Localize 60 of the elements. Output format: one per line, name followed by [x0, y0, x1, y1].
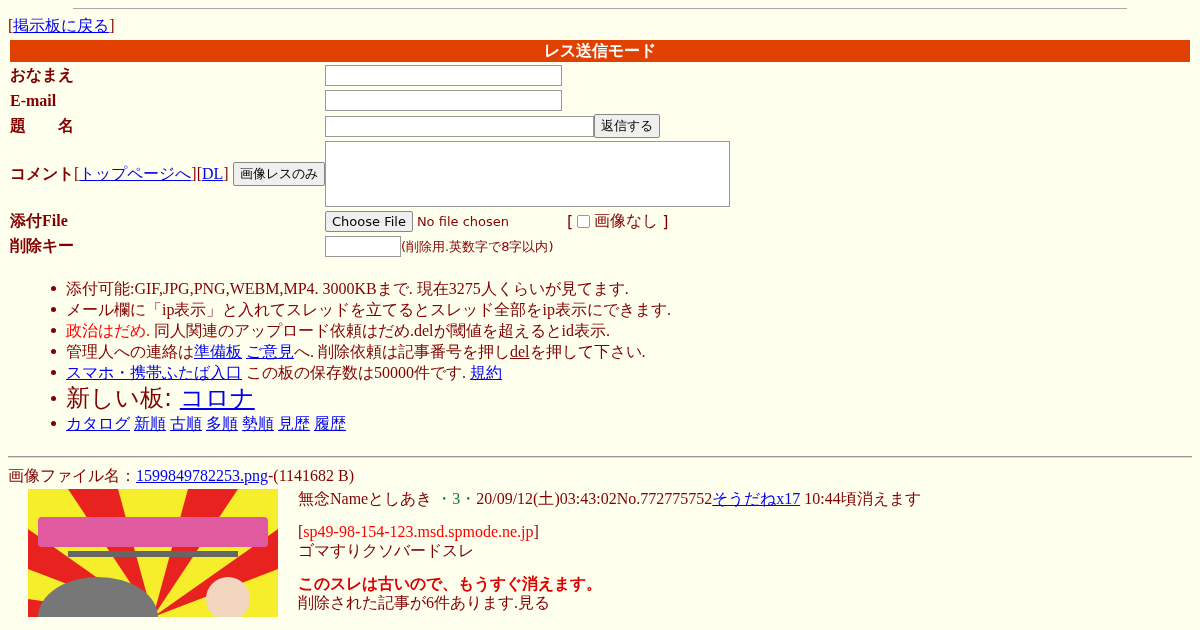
delete-key-note: (削除用.英数字で8字以内) — [401, 237, 554, 256]
field-label: 削除キー — [10, 236, 74, 256]
file-status: No file chosen — [416, 214, 510, 229]
notice-text: スマホ・携帯ふたば入口 この板の保存数は50000件です. 規約 — [66, 363, 502, 383]
link[interactable]: 掲示板に戻る — [13, 17, 110, 34]
bullet-icon — [51, 328, 56, 333]
checkbox[interactable] — [577, 215, 591, 228]
comment-field[interactable] — [325, 141, 730, 207]
bullet-icon — [51, 349, 56, 354]
link[interactable]: トップページへ — [79, 164, 192, 182]
text-field[interactable] — [325, 90, 562, 111]
notice-text: メール欄に「ip表示」と入れてスレッドを立てるとスレッド全部をip表示にできます. — [66, 300, 671, 320]
post-header: 無念Nameとしあき ・3・20/09/12(土)03:43:02No.772775752そうだねx17 10:44頃消えます — [298, 489, 921, 508]
subject-field[interactable] — [325, 115, 594, 137]
link[interactable]: 1599849782253.png — [136, 467, 268, 484]
delete-key-field[interactable] — [325, 236, 401, 257]
deleted-posts-note: 削除された記事が6件あります.見る — [298, 593, 551, 612]
bullet-icon — [51, 307, 56, 312]
bullet-icon — [51, 421, 56, 426]
field-label: コメント — [10, 163, 74, 184]
field-label: 添付File — [10, 211, 68, 231]
field-label: おなまえ — [10, 65, 74, 86]
link[interactable]: スマホ・携帯ふたば入口 — [66, 364, 242, 381]
link[interactable]: 多順 — [206, 415, 238, 432]
image-filename-text: 画像ファイル名：1599849782253.png-(1141682 B) — [8, 466, 356, 487]
field-label: 題 名 — [10, 115, 74, 136]
field-label: E-mail — [10, 91, 57, 110]
link[interactable]: 準備板 — [194, 343, 242, 360]
link[interactable]: 新順 — [134, 415, 166, 432]
link[interactable]: 履歴 — [314, 415, 346, 432]
bullet-icon — [51, 286, 56, 291]
link[interactable]: コロナ — [179, 384, 255, 412]
image-only-button[interactable]: 画像レスのみ — [232, 162, 325, 186]
bracket-text: [ — [566, 212, 574, 231]
notice-text: 管理人への連絡は準備板 ご意見へ. 削除依頼は記事番号を押しdelを押して下さい. — [66, 342, 646, 362]
link[interactable]: そうだねx17 — [712, 490, 801, 507]
link[interactable]: 規約 — [470, 364, 502, 381]
back-link-text: [掲示板に戻る] — [8, 16, 116, 36]
comment-links: [トップページへ][DL] — [74, 163, 229, 184]
expiry-warning: このスレは古いので、もうすぐ消えます。 — [298, 574, 603, 593]
bracket-text: ] — [662, 212, 669, 231]
choose-file-button[interactable]: Choose File — [325, 211, 413, 232]
ip-address-text: [sp49-98-154-123.msd.spmode.ne.jp] — [298, 522, 540, 541]
link[interactable]: ご意見 — [246, 343, 294, 360]
link[interactable]: 古順 — [170, 415, 202, 432]
post-body: ゴマすりクソバードスレ — [298, 541, 475, 560]
checkbox-label: 画像なし — [594, 211, 659, 232]
link[interactable]: 勢順 — [242, 415, 274, 432]
notice-text: 新しい板: コロナ — [66, 383, 255, 413]
link[interactable]: カタログ — [66, 415, 130, 432]
link[interactable]: DL — [202, 164, 224, 182]
form-title: レス送信モード — [10, 40, 1190, 62]
bullet-icon — [51, 395, 56, 401]
bullet-icon — [51, 370, 56, 375]
reply-button[interactable]: 返信する — [594, 114, 660, 138]
notice-text: 添付可能:GIF,JPG,PNG,WEBM,MP4. 3000KBまで. 現在3275人くらいが見てます. — [66, 279, 629, 299]
link[interactable]: 見歴 — [278, 415, 310, 432]
text-field[interactable] — [325, 65, 562, 86]
notice-text: 政治はだめ. 同人関連のアップロード依頼はだめ.delが閾値を超えるとid表示. — [66, 321, 610, 341]
link[interactable]: del — [510, 343, 530, 360]
